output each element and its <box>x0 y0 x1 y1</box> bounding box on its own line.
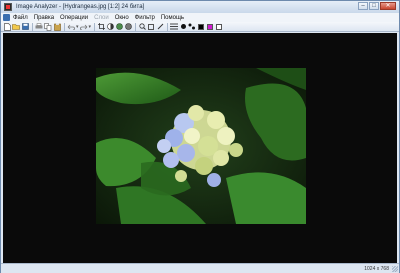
paste-icon[interactable] <box>53 23 61 31</box>
resize-grip-icon[interactable] <box>392 266 398 272</box>
redo-icon[interactable] <box>79 23 88 31</box>
crop-icon[interactable] <box>97 23 105 31</box>
hydrangea-image[interactable] <box>96 68 306 224</box>
toolbar-separator <box>64 22 65 31</box>
toolbar-separator <box>135 22 137 31</box>
app-icon <box>4 3 12 11</box>
menu-file[interactable]: Файл <box>13 15 28 21</box>
status-bar: 1024 x 768 <box>1 263 399 273</box>
image-resolution: 1024 x 768 <box>364 266 389 272</box>
title-bar: Image Analyzer - [Hydrangeas.jpg [1:2] 2… <box>1 1 399 13</box>
print-icon[interactable] <box>35 23 43 31</box>
menu-help[interactable]: Помощь <box>161 15 184 21</box>
maximize-button[interactable]: □ <box>369 2 379 10</box>
color-black-swatch[interactable] <box>197 23 205 31</box>
contrast-icon[interactable] <box>106 23 114 31</box>
color-white-swatch[interactable] <box>215 23 223 31</box>
document-icon[interactable] <box>3 14 10 21</box>
menu-operations[interactable]: Операции <box>60 15 88 21</box>
window-controls: – □ ✕ <box>358 2 396 10</box>
line-width-icon[interactable] <box>170 23 179 31</box>
menu-bar: Файл Правка Операции Слои Окно Фильтр По… <box>1 13 399 22</box>
window-title: Image Analyzer - [Hydrangeas.jpg [1:2] 2… <box>16 4 145 10</box>
save-icon[interactable] <box>21 23 29 31</box>
pen-icon[interactable] <box>156 23 164 31</box>
undo-icon[interactable] <box>67 23 75 31</box>
close-button[interactable]: ✕ <box>380 2 396 10</box>
menu-layers[interactable]: Слои <box>94 15 109 21</box>
color-icon[interactable] <box>115 23 123 31</box>
menu-filter[interactable]: Фильтр <box>135 15 155 21</box>
new-icon[interactable] <box>3 22 11 31</box>
open-icon[interactable] <box>12 23 20 31</box>
color-magenta-swatch[interactable] <box>206 23 214 31</box>
zoom-icon[interactable] <box>138 23 146 31</box>
toolbar-separator <box>167 22 169 31</box>
minimize-button[interactable]: – <box>358 2 368 10</box>
toolbar-separator <box>32 22 33 31</box>
brush-icon[interactable] <box>179 23 187 31</box>
menu-window[interactable]: Окно <box>115 15 129 21</box>
shape-icon[interactable] <box>188 23 196 31</box>
chevron-down-icon[interactable]: ▾ <box>76 24 79 30</box>
select-icon[interactable] <box>147 23 155 31</box>
image-canvas[interactable] <box>3 33 397 263</box>
chevron-down-icon[interactable]: ▾ <box>89 24 92 30</box>
app-window: Image Analyzer - [Hydrangeas.jpg [1:2] 2… <box>0 0 400 273</box>
copy-icon[interactable] <box>44 22 52 31</box>
toolbar: ▾ ▾ <box>1 22 399 32</box>
grayscale-icon[interactable] <box>124 23 132 31</box>
toolbar-separator <box>94 22 96 31</box>
menu-edit[interactable]: Правка <box>34 15 54 21</box>
